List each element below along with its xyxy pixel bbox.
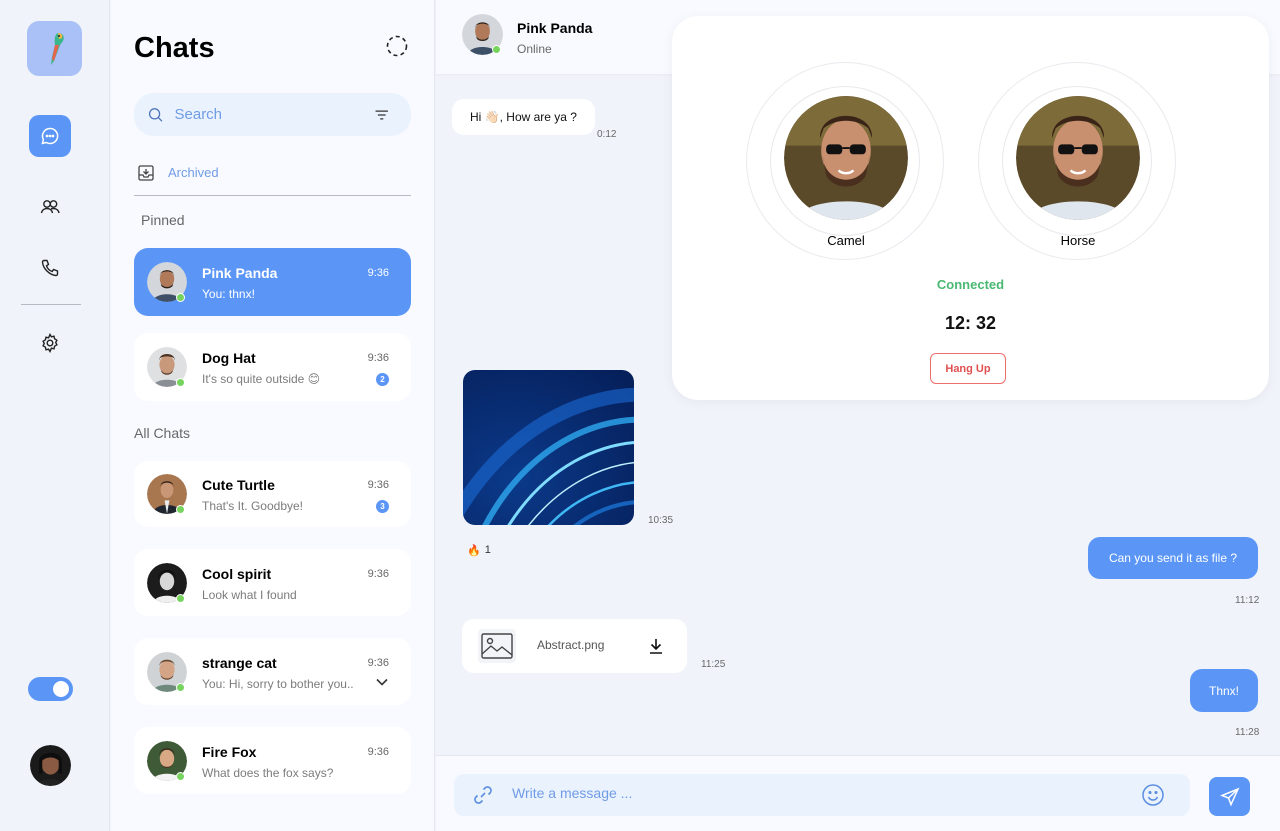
chat-item-fire-fox[interactable]: Fire Fox What does the fox says? 9:36 [134, 727, 411, 794]
app-logo [27, 21, 82, 76]
unread-badge: 2 [376, 373, 389, 386]
file-name: Abstract.png [537, 638, 605, 652]
message-time: 11:12 [1235, 595, 1260, 606]
chat-last-message: That's It. Goodbye! [202, 499, 304, 513]
chat-name: strange cat [202, 655, 277, 671]
message-input[interactable] [512, 785, 1112, 801]
smiley-icon[interactable] [1141, 783, 1165, 807]
send-button[interactable] [1209, 777, 1250, 816]
call-status: Connected [936, 277, 1005, 292]
chat-time: 9:36 [367, 267, 389, 279]
chat-list-panel: Chats Archived Pinned Pink Panda You: [111, 0, 435, 831]
call-duration: 12: 32 [944, 313, 997, 333]
theme-toggle[interactable] [28, 677, 73, 701]
search-input[interactable] [174, 106, 374, 123]
caller-photo [1016, 96, 1140, 220]
chat-item-pink-panda[interactable]: Pink Panda You: thnx! 9:36 [134, 248, 411, 316]
chat-name: Cool spirit [202, 566, 272, 582]
chats-nav-button[interactable] [29, 115, 71, 157]
unread-badge: 3 [376, 500, 389, 513]
user-avatar[interactable] [30, 745, 71, 786]
reaction-count: 1 [484, 544, 491, 556]
message-time: 10:35 [648, 515, 674, 526]
message-time: 11:25 [701, 659, 726, 670]
chat-time: 9:36 [367, 352, 389, 364]
search-bar [134, 93, 411, 136]
pinned-section-label: Pinned [141, 212, 185, 228]
online-indicator [176, 293, 185, 302]
online-indicator [176, 683, 185, 692]
caller-left: Camel [746, 62, 944, 260]
chat-item-cute-turtle[interactable]: Cute Turtle That's It. Goodbye! 9:36 3 [134, 461, 411, 527]
chat-last-message: It's so quite outside 😊 [202, 372, 321, 386]
chat-time: 9:36 [367, 568, 389, 580]
toggle-knob [53, 681, 69, 697]
chat-last-message: You: Hi, sorry to bother you.. [202, 677, 354, 691]
contacts-nav-button[interactable] [29, 186, 71, 228]
users-icon [40, 200, 60, 214]
online-indicator [492, 45, 501, 54]
reaction-chip[interactable]: 🔥 1 [463, 540, 495, 560]
caller-right: Horse [978, 62, 1176, 260]
page-title: Chats [134, 32, 215, 64]
caller-name: Camel [827, 233, 865, 248]
online-indicator [176, 378, 185, 387]
message-composer [436, 755, 1280, 831]
calls-nav-button[interactable] [29, 247, 71, 289]
send-icon [1219, 787, 1239, 806]
archive-box-icon [138, 165, 154, 181]
parrot-logo-icon [50, 32, 64, 65]
online-indicator [176, 594, 185, 603]
message-field [454, 774, 1190, 816]
outgoing-message: Can you send it as file ? [1088, 537, 1258, 579]
contact-status: Online [517, 42, 552, 56]
chat-last-message: Look what I found [202, 588, 297, 602]
chat-item-dog-hat[interactable]: Dog Hat It's so quite outside 😊 9:36 2 [134, 333, 411, 401]
online-indicator [176, 772, 185, 781]
search-icon [148, 107, 163, 122]
filter-icon[interactable] [374, 108, 390, 122]
nav-rail [0, 0, 110, 831]
file-message[interactable]: Abstract.png [462, 619, 687, 673]
incoming-message: Hi 👋🏻, How are ya ? [452, 99, 595, 135]
message-time: 0:12 [597, 129, 617, 140]
chat-name: Cute Turtle [202, 477, 275, 493]
chat-item-strange-cat[interactable]: strange cat You: Hi, sorry to bother you… [134, 638, 411, 705]
chat-name: Dog Hat [202, 350, 256, 366]
hang-up-button[interactable]: Hang Up [930, 353, 1006, 384]
call-overlay: Camel Horse Connected 12: 32 Hang Up [672, 16, 1269, 400]
all-chats-section-label: All Chats [134, 425, 191, 441]
settings-nav-button[interactable] [29, 322, 71, 364]
chat-last-message: What does the fox says? [202, 766, 334, 780]
fire-emoji-icon: 🔥 [467, 544, 481, 557]
image-message[interactable] [463, 370, 634, 525]
chat-name: Fire Fox [202, 744, 257, 760]
chat-last-message: You: thnx! [202, 287, 255, 301]
download-icon[interactable] [646, 636, 666, 656]
chat-time: 9:36 [367, 479, 389, 491]
contact-name: Pink Panda [517, 20, 593, 36]
chat-time: 9:36 [367, 657, 389, 669]
chat-time: 9:36 [367, 746, 389, 758]
outgoing-message: Thnx! [1190, 669, 1258, 712]
gear-icon [42, 333, 58, 353]
loading-circle-icon[interactable] [386, 35, 408, 57]
chat-bubble-icon [41, 127, 59, 145]
message-time: 11:28 [1235, 727, 1260, 738]
chevron-down-icon[interactable] [375, 677, 389, 687]
image-file-icon [478, 629, 516, 663]
archived-label: Archived [168, 165, 219, 180]
caller-name: Horse [1060, 233, 1096, 248]
link-icon[interactable] [472, 784, 494, 806]
caller-photo [784, 96, 908, 220]
phone-icon [41, 259, 59, 277]
rail-divider [21, 304, 81, 305]
chat-name: Pink Panda [202, 265, 278, 281]
online-indicator [176, 505, 185, 514]
archived-link[interactable]: Archived [134, 162, 411, 196]
chat-item-cool-spirit[interactable]: Cool spirit Look what I found 9:36 [134, 549, 411, 616]
